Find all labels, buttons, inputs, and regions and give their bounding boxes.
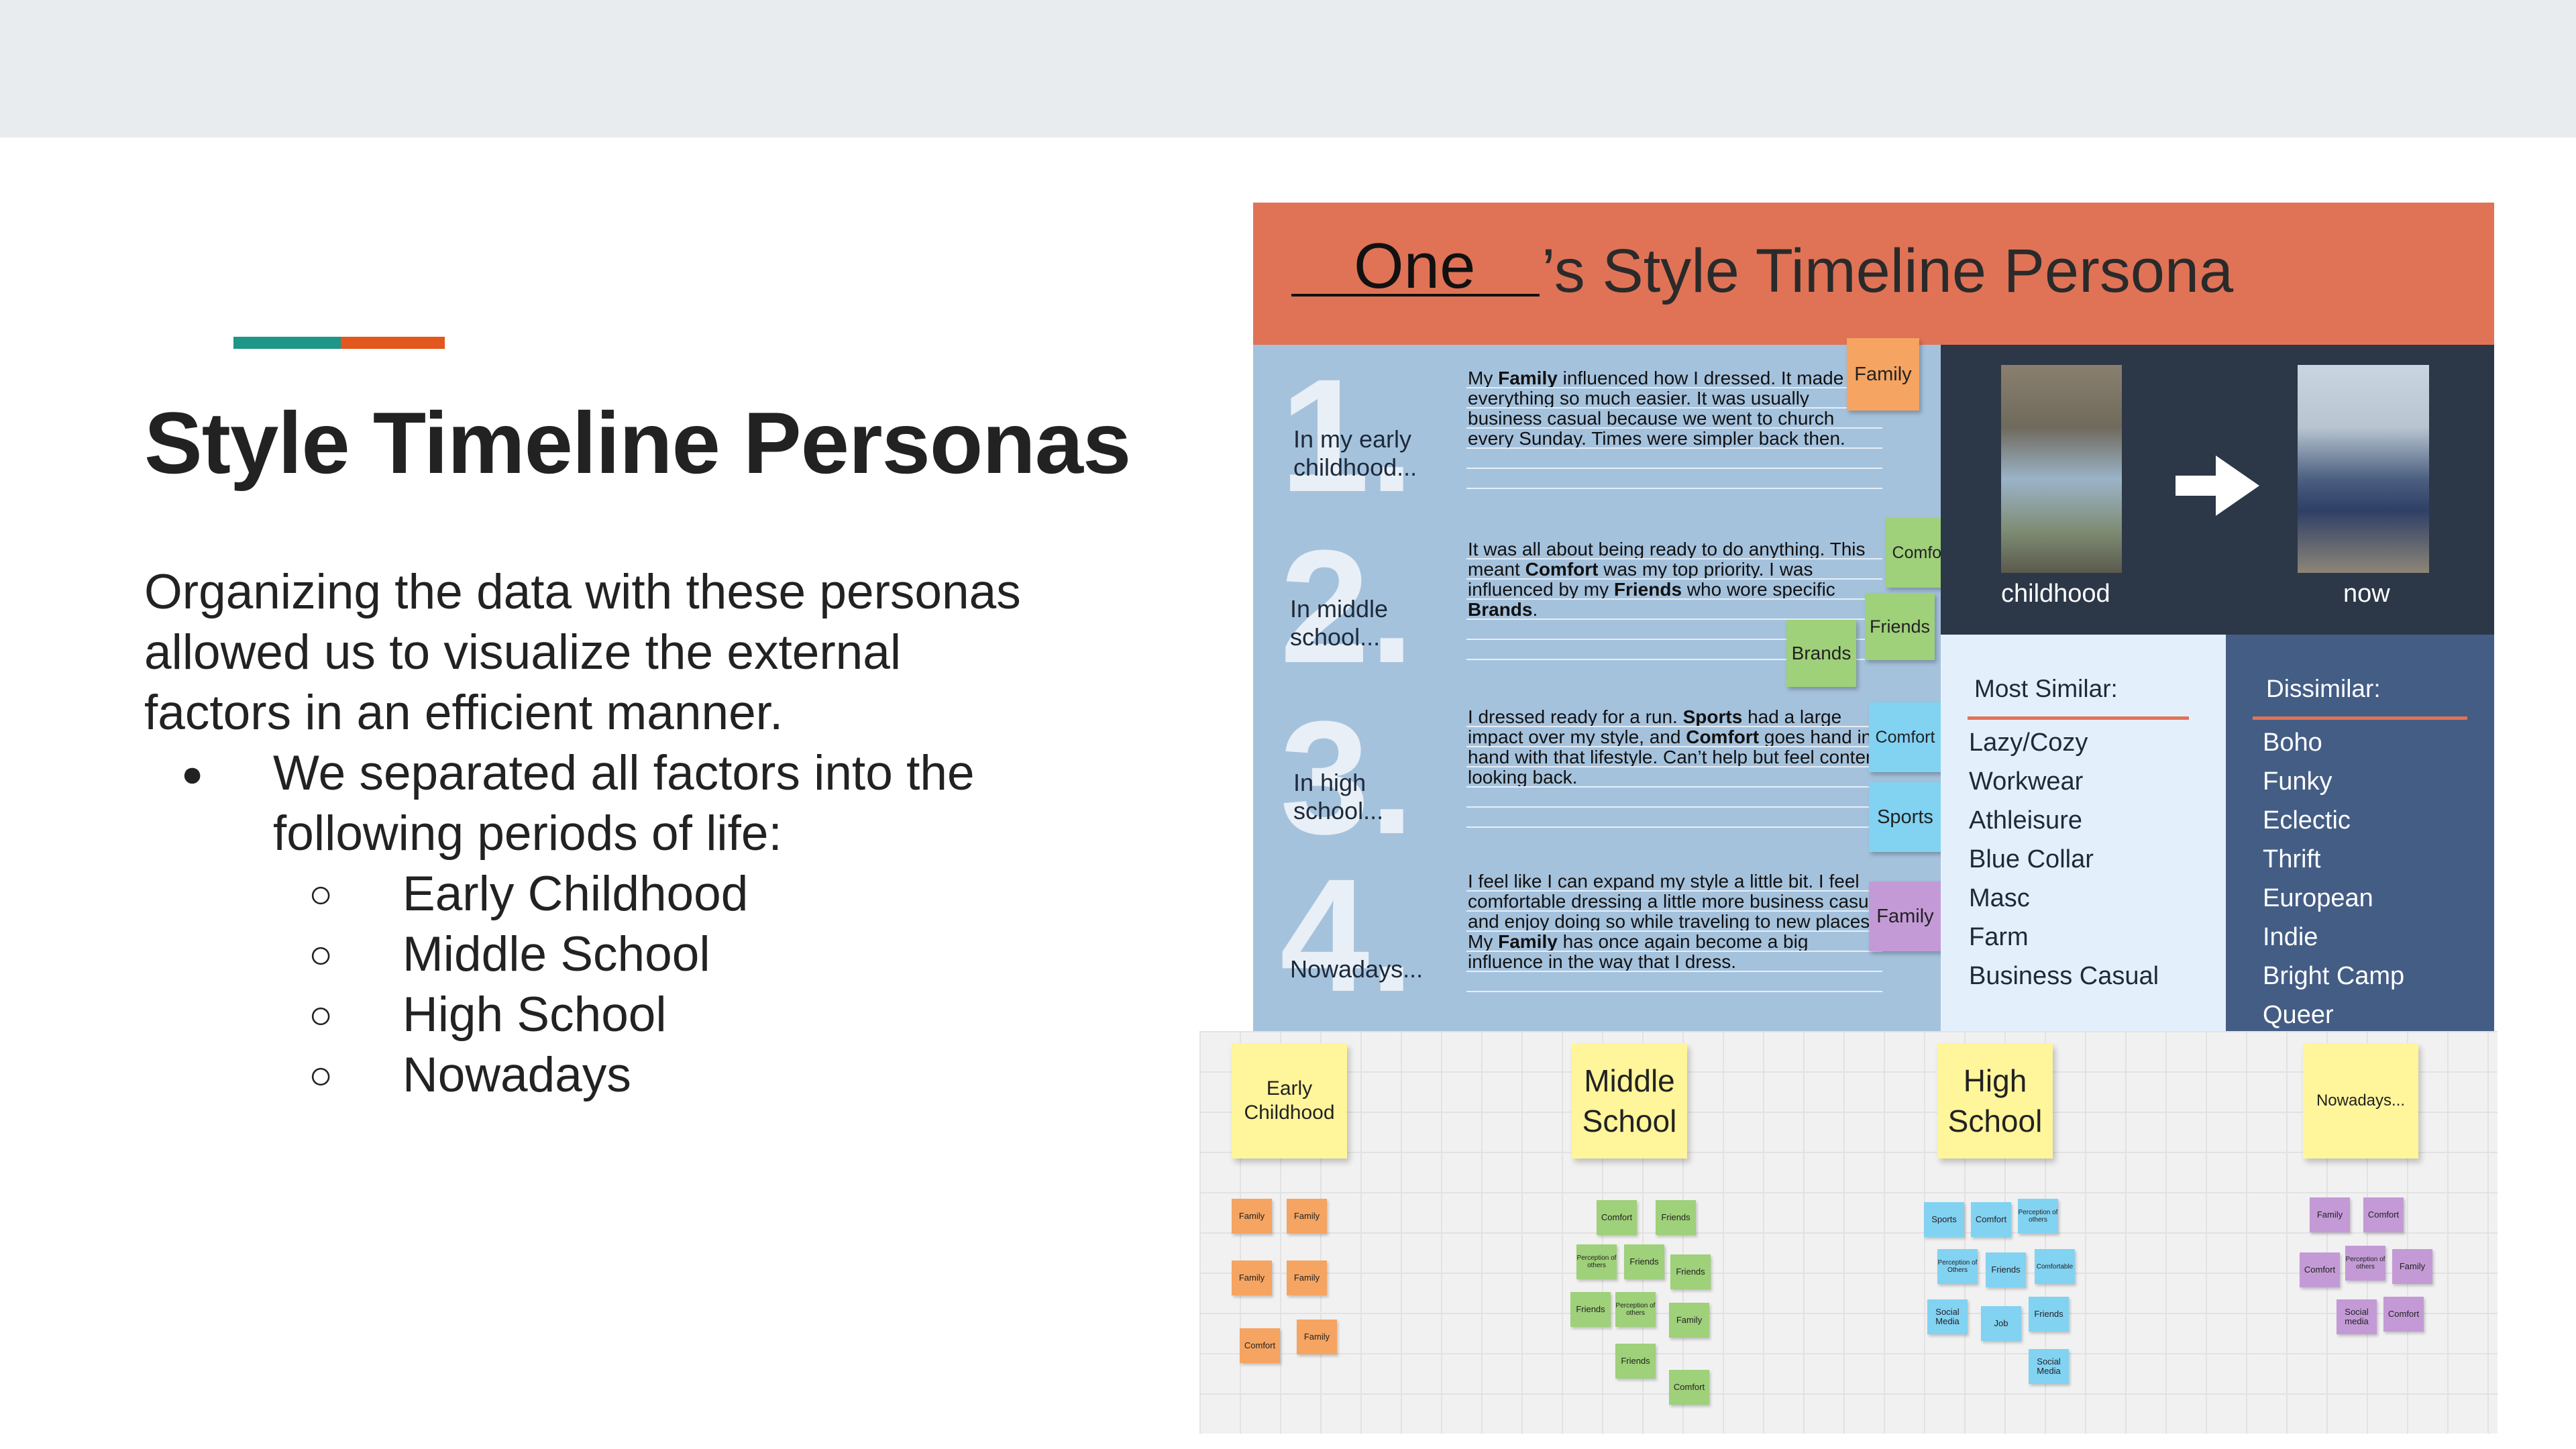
style-item: Farm bbox=[1969, 923, 2029, 951]
now-photo bbox=[2298, 365, 2429, 573]
persona-header: One ’s Style Timeline Persona bbox=[1253, 203, 2494, 345]
tag-sticky: Comfort bbox=[1869, 702, 1941, 772]
mini-note: Family bbox=[2310, 1197, 2350, 1232]
mini-note: Friends bbox=[2029, 1297, 2069, 1332]
style-item: Athleisure bbox=[1969, 806, 2082, 835]
mini-note: Comfort bbox=[1669, 1370, 1709, 1405]
mini-note: Comfort bbox=[1597, 1200, 1637, 1235]
style-item: Lazy/Cozy bbox=[1969, 729, 2088, 757]
tag-sticky: Family bbox=[1847, 338, 1919, 411]
name-underline bbox=[1291, 294, 1540, 297]
board-header-high: High School bbox=[1937, 1043, 2053, 1159]
childhood-photo bbox=[2001, 365, 2122, 573]
sub-marker: ○ bbox=[309, 1053, 333, 1097]
mini-note: Perception of others bbox=[1615, 1292, 1656, 1327]
period-label: Nowadays... bbox=[1290, 955, 1424, 983]
bullet-line: following periods of life: bbox=[273, 806, 782, 861]
style-item: Masc bbox=[1969, 884, 2030, 912]
style-item: Indie bbox=[2263, 923, 2318, 951]
bullet-line: We separated all factors into the bbox=[273, 746, 975, 800]
mini-note: Social Media bbox=[2029, 1349, 2069, 1384]
board-header-now: Nowadays... bbox=[2303, 1043, 2418, 1159]
mini-note: Family bbox=[1232, 1199, 1272, 1234]
style-item: Business Casual bbox=[1969, 962, 2159, 990]
mini-note: Family bbox=[1297, 1320, 1337, 1354]
mini-note: Friends bbox=[1624, 1244, 1664, 1279]
mini-note: Comfort bbox=[2383, 1297, 2424, 1332]
mini-note: Family bbox=[1287, 1199, 1327, 1234]
mini-note: Perception of others bbox=[2345, 1246, 2385, 1281]
mini-note: Friends bbox=[1986, 1252, 2026, 1287]
affinity-board: Early Childhood Middle School High Schoo… bbox=[1199, 1031, 2498, 1434]
arrow-right-icon bbox=[2176, 455, 2263, 519]
mini-note: Comfort bbox=[2363, 1197, 2404, 1232]
most-similar-panel: Most Similar: Lazy/Cozy Workwear Athleis… bbox=[1941, 635, 2226, 1031]
style-item: Bright Camp bbox=[2263, 962, 2405, 990]
style-item: Funky bbox=[2263, 767, 2332, 796]
bullet-marker: ● bbox=[181, 753, 204, 794]
persona-name: One bbox=[1354, 230, 1476, 302]
sub-marker: ○ bbox=[309, 932, 333, 977]
top-bar bbox=[0, 0, 2576, 138]
mini-note: Friends bbox=[1670, 1254, 1711, 1289]
tag-sticky: Friends bbox=[1865, 593, 1935, 660]
period-label: In my early childhood... bbox=[1293, 425, 1417, 481]
period-label: In middle school... bbox=[1290, 595, 1389, 651]
mini-note: Perception of others bbox=[1576, 1244, 1617, 1279]
mini-note: Family bbox=[1287, 1260, 1327, 1295]
period-label: In high school... bbox=[1293, 769, 1384, 824]
mini-note: Sports bbox=[1924, 1202, 1964, 1237]
writing-lines bbox=[1466, 871, 1882, 992]
board-header-middle: Middle School bbox=[1572, 1043, 1687, 1159]
style-item: Thrift bbox=[2263, 845, 2321, 873]
mini-note: Family bbox=[2392, 1249, 2432, 1284]
mini-note: Perception of Others bbox=[1937, 1249, 1978, 1284]
style-item: Blue Collar bbox=[1969, 845, 2094, 873]
persona-card: One ’s Style Timeline Persona 1. In my e… bbox=[1253, 203, 2494, 1031]
mini-note: Comfort bbox=[2300, 1252, 2340, 1287]
dissimilar-heading: Dissimilar: bbox=[2266, 675, 2381, 702]
mini-note: Friends bbox=[1570, 1292, 1611, 1327]
mini-note: Comfortable bbox=[2035, 1249, 2075, 1284]
most-similar-heading: Most Similar: bbox=[1974, 675, 2118, 702]
mini-note: Friends bbox=[1615, 1344, 1656, 1379]
paragraph-line: Organizing the data with these personas bbox=[144, 565, 1021, 619]
style-item: Eclectic bbox=[2263, 806, 2351, 835]
mini-note: Comfort bbox=[1971, 1202, 2011, 1237]
tag-sticky: Sports bbox=[1869, 782, 1941, 852]
dissimilar-panel: Dissimilar: Boho Funky Eclectic Thrift E… bbox=[2226, 635, 2494, 1031]
section-number: 4. bbox=[1280, 845, 1415, 1025]
sub-marker: ○ bbox=[309, 871, 333, 916]
accent-bar-teal bbox=[233, 337, 341, 349]
mini-note: Job bbox=[1981, 1306, 2021, 1341]
style-item: Queer bbox=[2263, 1001, 2334, 1029]
childhood-label: childhood bbox=[2001, 580, 2110, 608]
sub-marker: ○ bbox=[309, 992, 333, 1037]
mini-note: Social media bbox=[2337, 1299, 2377, 1334]
writing-lines bbox=[1466, 368, 1882, 489]
tag-sticky: Family bbox=[1869, 881, 1941, 951]
paragraph-line: factors in an efficient manner. bbox=[144, 686, 784, 740]
writing-lines bbox=[1466, 707, 1882, 828]
mini-note: Comfort bbox=[1240, 1328, 1280, 1363]
mini-note: Family bbox=[1232, 1260, 1272, 1295]
accent-bar-orange bbox=[341, 337, 445, 349]
heading-underline bbox=[2253, 716, 2467, 720]
mini-note: Perception of others bbox=[2018, 1199, 2058, 1234]
style-item: European bbox=[2263, 884, 2373, 912]
heading-underline bbox=[1968, 716, 2189, 720]
slide-title: Style Timeline Personas bbox=[144, 394, 1131, 492]
now-label: now bbox=[2343, 580, 2390, 608]
persona-title: ’s Style Timeline Persona bbox=[1542, 237, 2234, 305]
mini-note: Social Media bbox=[1927, 1299, 1968, 1334]
board-header-early: Early Childhood bbox=[1232, 1043, 1347, 1159]
style-item: Workwear bbox=[1969, 767, 2084, 796]
mini-note: Family bbox=[1669, 1303, 1709, 1338]
tag-sticky: Brands bbox=[1786, 620, 1856, 687]
timeline-panel: 1. In my early childhood... My Family inf… bbox=[1253, 338, 1958, 1031]
mini-note: Friends bbox=[1656, 1200, 1696, 1235]
photo-panel: childhood now bbox=[1941, 345, 2494, 635]
paragraph-line: allowed us to visualize the external bbox=[144, 625, 902, 680]
style-item: Boho bbox=[2263, 729, 2322, 757]
